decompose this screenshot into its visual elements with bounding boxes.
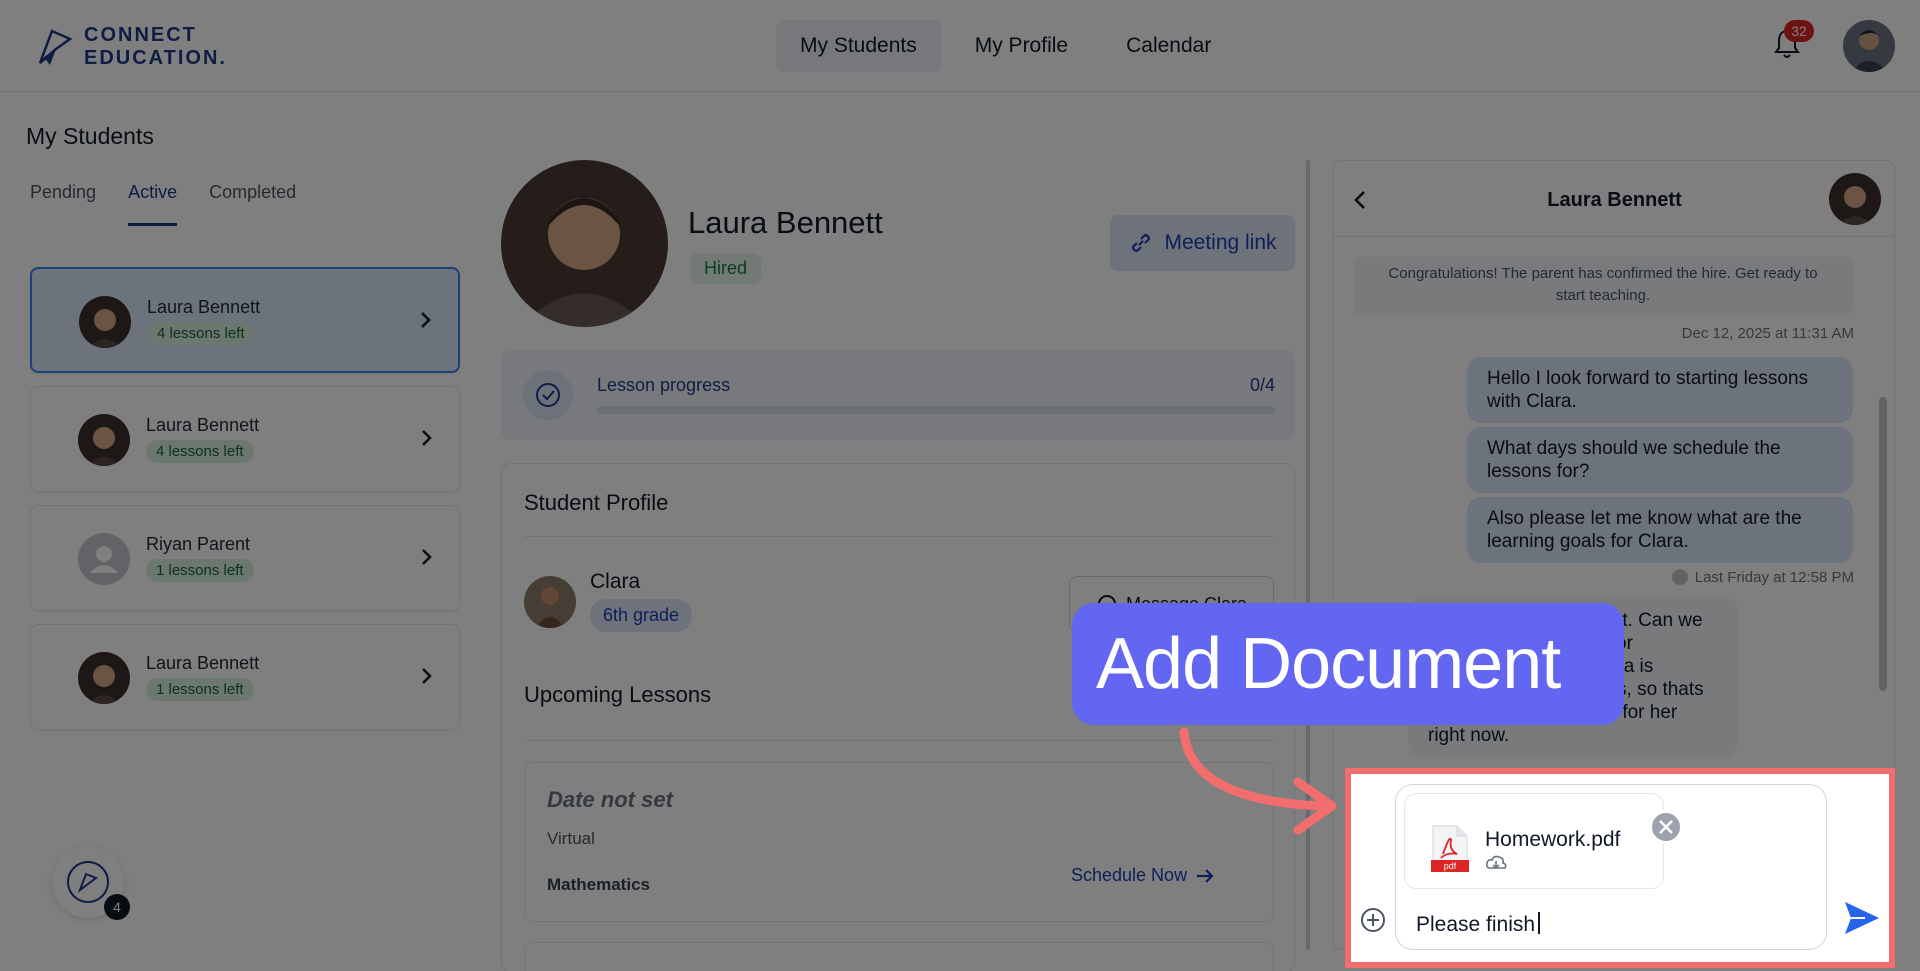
upcoming-lessons-title: Upcoming Lessons — [524, 682, 712, 707]
tutor-name: Laura Bennett — [688, 205, 883, 240]
schedule-now-link[interactable]: Schedule Now — [1071, 865, 1215, 886]
message-timestamp: Dec 12, 2025 at 11:31 AM — [1681, 325, 1854, 342]
child-name: Clara — [590, 570, 641, 593]
chevron-right-icon — [422, 430, 432, 446]
divider — [524, 536, 1274, 537]
student-avatar — [79, 296, 131, 348]
lesson-mode: Virtual — [547, 829, 595, 848]
callout-arrow-icon — [1179, 727, 1337, 835]
chat-header: Laura Bennett — [1333, 161, 1894, 237]
message-composer[interactable]: pdf Homework.pdf Please finish — [1395, 784, 1827, 950]
student-card[interactable]: Laura Bennett 4 lessons left — [30, 267, 460, 373]
student-card[interactable]: Laura Bennett 4 lessons left — [30, 386, 460, 492]
student-profile-title: Student Profile — [524, 490, 669, 515]
brand-line1: CONNECT — [84, 24, 197, 46]
lessons-left-badge: 4 lessons left — [146, 440, 254, 463]
system-message: Congratulations! The parent has confirme… — [1353, 257, 1853, 315]
highlighted-composer: pdf Homework.pdf Please finish — [1345, 768, 1895, 968]
outgoing-message: Also please let me know what are the lea… — [1467, 497, 1853, 563]
close-icon — [1659, 820, 1673, 834]
outgoing-message: What days should we schedule the lessons… — [1467, 427, 1853, 493]
student-name: Laura Bennett — [146, 415, 260, 435]
logo-icon — [38, 29, 73, 65]
chevron-right-icon — [422, 668, 432, 684]
nav-my-students[interactable]: My Students — [776, 20, 941, 72]
top-bar: CONNECT EDUCATION. My Students My Profil… — [0, 0, 1920, 92]
chat-avatar — [1829, 173, 1881, 225]
link-icon — [1132, 233, 1151, 253]
pdf-file-icon: pdf — [1431, 825, 1469, 872]
hired-status-badge: Hired — [690, 253, 762, 284]
lesson-card — [524, 942, 1274, 971]
user-avatar[interactable] — [1843, 20, 1895, 72]
child-avatar — [524, 576, 576, 628]
student-card[interactable]: Riyan Parent 1 lessons left — [30, 505, 460, 611]
outgoing-message: Hello I look forward to starting lessons… — [1467, 357, 1853, 423]
brand-line2: EDUCATION. — [84, 47, 227, 69]
student-list: Laura Bennett 4 lessons left Laura Benne… — [30, 267, 460, 743]
student-card[interactable]: Laura Bennett 1 lessons left — [30, 624, 460, 730]
meeting-link-label: Meeting link — [1164, 231, 1277, 254]
lessons-left-badge: 4 lessons left — [147, 322, 255, 345]
attachment-name: Homework.pdf — [1485, 828, 1621, 851]
student-avatar — [78, 414, 130, 466]
grade-badge: 6th grade — [590, 599, 693, 632]
chat-title: Laura Bennett — [1547, 189, 1682, 211]
notification-count-badge: 32 — [1784, 20, 1814, 42]
callout-text: Add Document — [1096, 624, 1561, 704]
tab-pending[interactable]: Pending — [30, 182, 96, 226]
divider — [524, 740, 1274, 741]
student-avatar — [78, 652, 130, 704]
schedule-now-label: Schedule Now — [1071, 865, 1188, 885]
read-receipt-icon — [1671, 569, 1688, 585]
lesson-subject: Mathematics — [547, 875, 650, 894]
chevron-right-icon — [422, 549, 432, 565]
tab-completed[interactable]: Completed — [209, 182, 296, 226]
nav-calendar[interactable]: Calendar — [1102, 20, 1235, 72]
remove-attachment-button[interactable] — [1649, 810, 1683, 844]
cloud-download-icon[interactable] — [1485, 854, 1507, 872]
brand-logo[interactable]: CONNECT EDUCATION. — [36, 24, 227, 70]
status-tabs: Pending Active Completed — [30, 182, 296, 226]
lessons-left-badge: 1 lessons left — [146, 678, 254, 701]
tutor-photo — [501, 160, 668, 327]
attachment-card[interactable]: pdf Homework.pdf — [1404, 793, 1683, 889]
student-name: Laura Bennett — [147, 297, 261, 317]
add-attachment-icon[interactable] — [1359, 906, 1387, 934]
check-circle-icon — [523, 370, 573, 420]
tutorial-callout: Add Document — [1072, 603, 1624, 725]
pdf-label: pdf — [1444, 861, 1457, 871]
fab-count-badge: 4 — [104, 894, 130, 920]
student-name: Laura Bennett — [146, 653, 260, 673]
progress-count: 0/4 — [1249, 375, 1275, 395]
arrow-right-icon — [1197, 868, 1214, 883]
default-avatar-icon — [78, 533, 130, 585]
lesson-date: Date not set — [547, 787, 673, 812]
student-name: Riyan Parent — [146, 534, 251, 554]
chat-scrollbar[interactable] — [1879, 397, 1887, 691]
lesson-card: Date not set Virtual Mathematics Schedul… — [524, 762, 1274, 922]
send-icon[interactable] — [1841, 898, 1883, 938]
lessons-left-badge: 1 lessons left — [146, 559, 254, 582]
main-nav: My Students My Profile Calendar — [776, 20, 1235, 72]
message-draft: Please finish — [1416, 913, 1536, 936]
text-caret — [1538, 912, 1541, 934]
message-timestamp: Last Friday at 12:58 PM — [1671, 568, 1854, 586]
message-input-text[interactable]: Please finish — [1416, 912, 1541, 937]
progress-label: Lesson progress — [597, 375, 731, 395]
page-title: My Students — [26, 123, 154, 149]
tab-active[interactable]: Active — [128, 182, 178, 226]
progress-bar — [597, 406, 1275, 414]
meeting-link-button[interactable]: Meeting link — [1110, 215, 1295, 271]
nav-my-profile[interactable]: My Profile — [951, 20, 1092, 72]
outgoing-time: Last Friday at 12:58 PM — [1694, 568, 1854, 586]
chevron-right-icon — [421, 312, 431, 328]
lesson-progress-card: Lesson progress 0/4 — [501, 350, 1295, 440]
